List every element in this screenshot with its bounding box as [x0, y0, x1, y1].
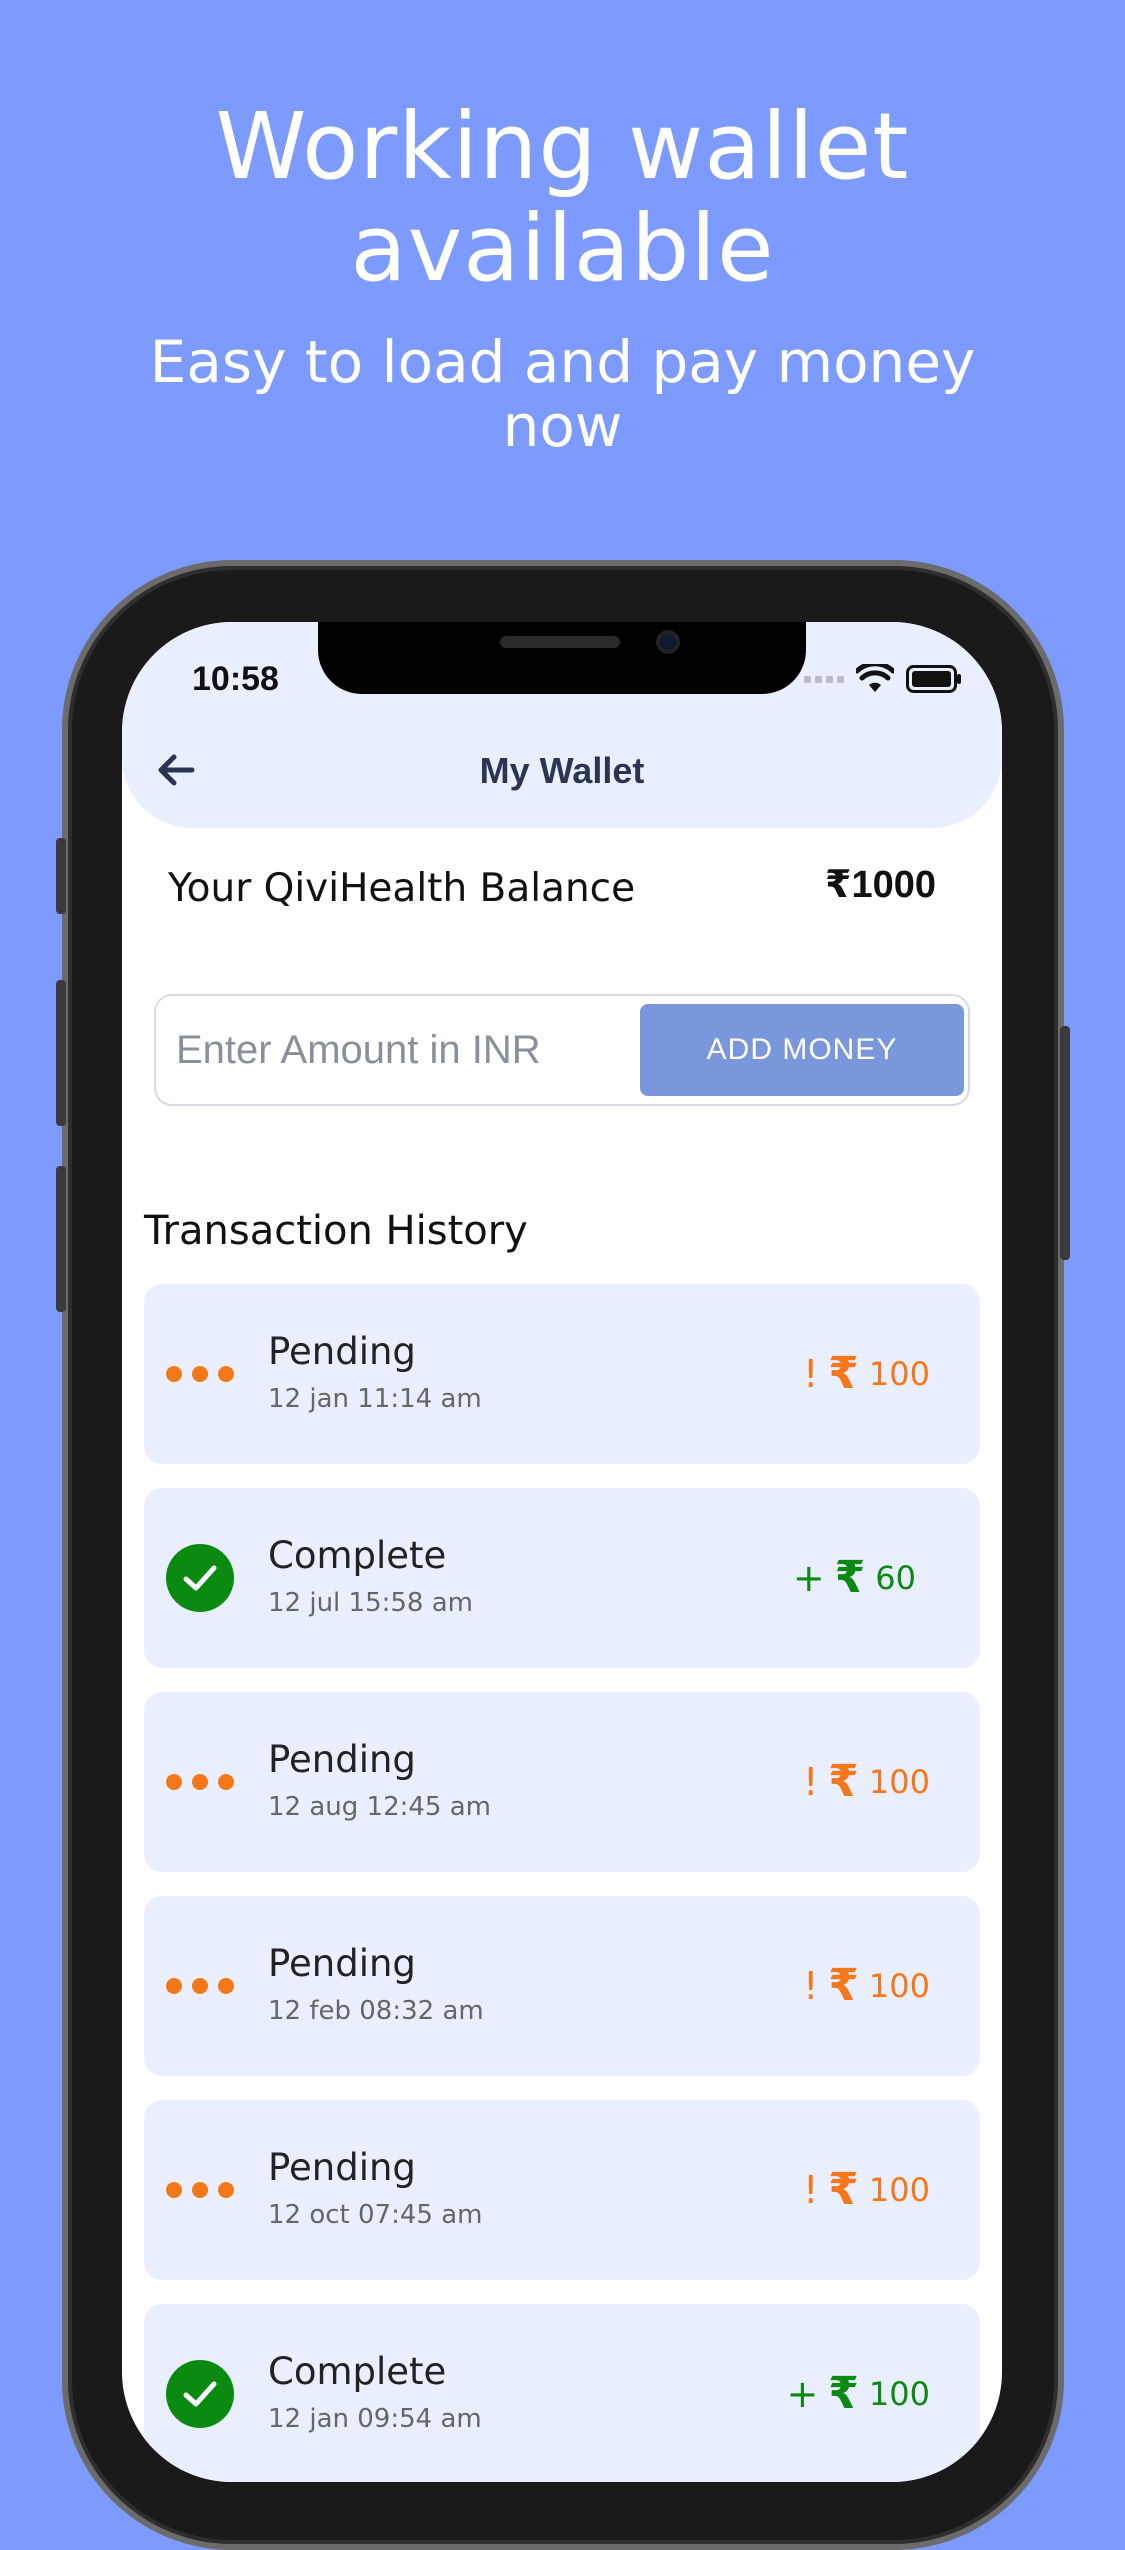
transaction-amount: + ₹ 100 — [786, 2368, 930, 2419]
pending-dots-icon — [166, 1952, 234, 2020]
complete-check-icon — [166, 2360, 234, 2428]
transaction-amount-value: 100 — [868, 1762, 930, 1801]
pending-exclamation-icon: ! — [803, 2167, 819, 2212]
battery-icon — [906, 665, 961, 693]
rupee-icon: ₹ — [828, 2164, 859, 2215]
balance-label: Your QiviHealth Balance — [168, 866, 636, 911]
phone-mute-switch — [56, 838, 66, 914]
transaction-history-title: Transaction History — [144, 1208, 528, 1254]
complete-check-icon — [166, 1544, 234, 1612]
rupee-icon: ₹ — [828, 1348, 859, 1399]
add-money-form: ADD MONEY — [154, 994, 970, 1106]
transaction-status: Pending — [268, 1738, 416, 1781]
pending-exclamation-icon: ! — [803, 1351, 819, 1396]
pending-exclamation-icon: ! — [803, 1963, 819, 2008]
transaction-amount: ! ₹ 100 — [803, 1960, 930, 2011]
rupee-icon: ₹ — [828, 2368, 859, 2419]
amount-input[interactable] — [176, 1014, 616, 1086]
transaction-date: 12 aug 12:45 am — [268, 1792, 491, 1822]
transaction-amount-value: 100 — [868, 1354, 930, 1393]
rupee-icon: ₹ — [834, 1552, 866, 1603]
transaction-date: 12 jan 11:14 am — [268, 1384, 482, 1414]
phone-screen: 10:58 My Wallet Your QiviHealth Balance … — [122, 622, 1002, 2482]
cellular-signal-icon — [804, 675, 844, 683]
transaction-row[interactable]: Complete 12 jul 15:58 am + ₹ 60 — [144, 1488, 980, 1668]
balance-value: ₹1000 — [825, 864, 936, 906]
transaction-status: Pending — [268, 2146, 416, 2189]
page-title: My Wallet — [479, 750, 645, 791]
transaction-amount: ! ₹ 100 — [803, 1756, 930, 1807]
transaction-date: 12 feb 08:32 am — [268, 1996, 484, 2026]
transaction-amount: ! ₹ 100 — [803, 1348, 930, 1399]
rupee-icon: ₹ — [828, 1756, 859, 1807]
pending-dots-icon — [166, 2156, 234, 2224]
transaction-status: Complete — [268, 2350, 447, 2393]
speaker-grille — [500, 636, 620, 648]
transaction-list: Pending 12 jan 11:14 am ! ₹ 100 Complete… — [144, 1284, 980, 2482]
promo-headline: Working wallet available — [215, 93, 910, 302]
transaction-status: Pending — [268, 1942, 416, 1985]
plus-icon: + — [786, 2371, 819, 2416]
wifi-icon — [856, 664, 894, 692]
transaction-date: 12 oct 07:45 am — [268, 2200, 483, 2230]
transaction-status: Complete — [268, 1534, 447, 1577]
front-camera — [656, 630, 680, 654]
phone-notch — [318, 622, 806, 694]
phone-power-button — [1060, 1026, 1070, 1260]
transaction-amount: ! ₹ 100 — [803, 2164, 930, 2215]
rupee-icon: ₹ — [828, 1960, 859, 2011]
transaction-row[interactable]: Pending 12 aug 12:45 am ! ₹ 100 — [144, 1692, 980, 1872]
add-money-button[interactable]: ADD MONEY — [640, 1004, 964, 1096]
transaction-amount-value: 60 — [875, 1558, 916, 1597]
pending-exclamation-icon: ! — [803, 1759, 819, 1804]
transaction-row[interactable]: Pending 12 oct 07:45 am ! ₹ 100 — [144, 2100, 980, 2280]
transaction-amount: + ₹ 60 — [793, 1552, 916, 1603]
status-time: 10:58 — [192, 660, 279, 698]
transaction-date: 12 jul 15:58 am — [268, 1588, 473, 1618]
phone-volume-up — [56, 980, 66, 1126]
transaction-amount-value: 100 — [868, 2170, 930, 2209]
promo-subline: Easy to load and pay money now — [149, 328, 976, 460]
transaction-row[interactable]: Complete 12 jan 09:54 am + ₹ 100 — [144, 2304, 980, 2482]
status-icons — [804, 664, 962, 694]
transaction-row[interactable]: Pending 12 jan 11:14 am ! ₹ 100 — [144, 1284, 980, 1464]
pending-dots-icon — [166, 1340, 234, 1408]
phone-volume-down — [56, 1166, 66, 1312]
transaction-row[interactable]: Pending 12 feb 08:32 am ! ₹ 100 — [144, 1896, 980, 2076]
transaction-date: 12 jan 09:54 am — [268, 2404, 482, 2434]
pending-dots-icon — [166, 1748, 234, 1816]
transaction-status: Pending — [268, 1330, 416, 1373]
plus-icon: + — [792, 1555, 825, 1600]
transaction-amount-value: 100 — [868, 2374, 930, 2413]
transaction-amount-value: 100 — [868, 1966, 930, 2005]
